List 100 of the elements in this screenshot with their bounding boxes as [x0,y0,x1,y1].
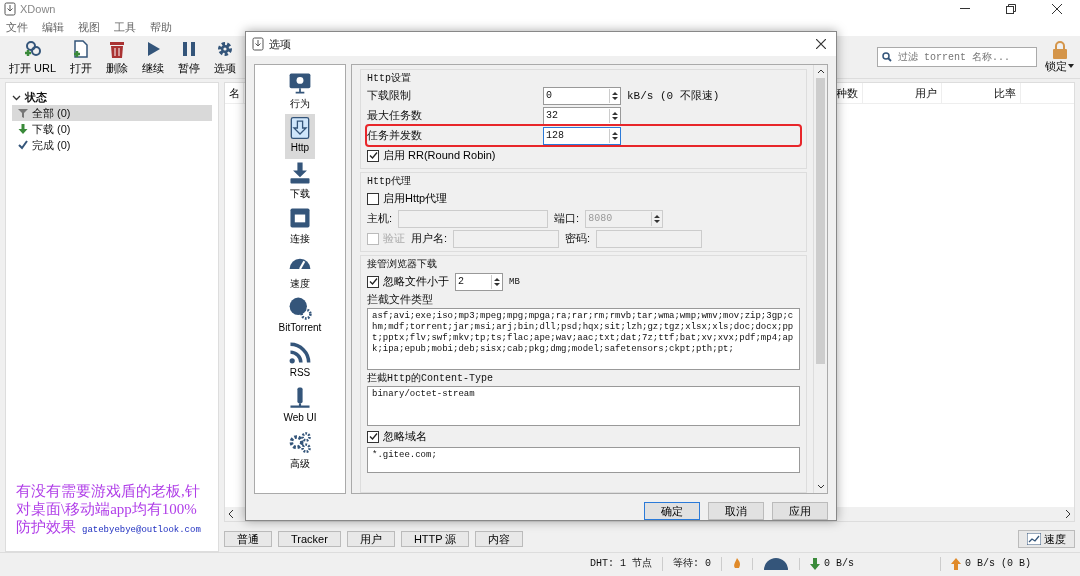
stand-icon [287,385,313,411]
app-icon [252,37,264,51]
menu-item[interactable]: 文件 [6,19,28,35]
text-area[interactable]: *.gitee.com; [367,447,800,473]
menu-item[interactable]: 视图 [78,19,100,35]
spin-arrows-icon[interactable] [651,211,663,226]
checkbox[interactable]: 忽略文件小于 [367,274,449,289]
window-title: XDown [20,3,57,15]
check-icon [368,151,378,160]
dialog-button[interactable]: 应用 [772,502,828,520]
toolbar-button[interactable]: 打开 [67,36,96,78]
spin-arrows-icon[interactable] [609,108,620,123]
field-label: 拦截Http的Content-Type [367,371,494,385]
scroll-up-icon[interactable] [816,68,825,74]
padlock-icon [1051,40,1068,59]
tree-item[interactable]: 下载 (0) [12,121,212,137]
detail-tab[interactable]: HTTP 源 [400,531,470,547]
group-title: 接管浏览器下载 [367,258,438,271]
number-field[interactable]: 128 [543,126,621,145]
tree-heading[interactable]: 状态 [12,89,212,105]
spin-arrows-icon[interactable] [491,274,502,289]
menu-item[interactable]: 帮助 [150,19,172,35]
tree-item[interactable]: 全部 (0) [12,105,212,121]
flame-icon [732,558,743,570]
toolbar-button[interactable]: 删除 [103,36,132,78]
field-label: 用户名: [411,231,448,246]
check-icon [18,140,28,150]
caret-icon [1068,64,1074,68]
number-field[interactable]: 0 [543,86,621,105]
column-header[interactable]: 比率 [942,83,1021,103]
column-header[interactable]: 用户 [863,83,942,103]
monitor-gear-icon [287,70,313,96]
category-item[interactable]: 高级 [285,429,315,474]
field-label: 主机: [367,211,393,226]
rss-icon [287,340,313,366]
globe-gear-icon [287,295,313,321]
tree-item[interactable]: 完成 (0) [12,137,212,153]
category-item[interactable]: Http [285,114,315,159]
category-item[interactable]: 下载 [285,159,315,204]
checkbox[interactable]: 启用 RR(Round Robin) [367,148,496,163]
spin-arrows-icon[interactable] [609,128,620,143]
speed-button[interactable]: 速度 [1018,530,1075,548]
search-field[interactable]: 过滤 torrent 名称... [877,47,1037,67]
group-title: Http代理 [367,175,412,188]
category-item[interactable]: 连接 [285,204,315,249]
promo-text: 有没有需要游戏盾的老板,针对桌面\移动端app均有100%防护效果 gatebyebye@outlook.com [16,482,202,537]
group-title: Http设置 [367,72,412,85]
speedometer-icon[interactable] [763,558,790,570]
scroll-left-icon[interactable] [228,510,234,518]
link-icon [22,38,43,59]
field-label: 下载限制 [367,88,412,103]
number-field[interactable]: 2 [455,272,503,291]
unit-label: MB [509,276,520,287]
menu-item[interactable]: 工具 [114,19,136,35]
lock-button[interactable]: 锁定 [1045,40,1074,74]
detail-tab[interactable]: 内容 [475,531,524,547]
field-label: 密码: [565,231,591,246]
upload-arrow-icon [951,558,962,570]
download-arrow-icon [810,558,821,570]
text-area[interactable]: binary/octet-stream [367,386,800,426]
category-item[interactable]: BitTorrent [276,294,324,339]
category-item[interactable]: Web UI [281,384,319,429]
check-icon [368,432,378,441]
down-arrow-icon [18,124,28,134]
scroll-right-icon[interactable] [1065,510,1071,518]
download-speed: 0 B/s [824,557,855,571]
toolbar-button[interactable]: 打开 URL [6,36,60,78]
checkbox[interactable]: 忽略域名 [367,429,427,444]
number-field[interactable]: 32 [543,106,621,125]
scroll-down-icon[interactable] [816,484,825,490]
text-area[interactable]: asf;avi;exe;iso;mp3;mpeg;mpg;mpga;ra;rar;rm;rmvb;tar;wma;wmp;wmv;mov;zip;3gp;chm;mdf;torrent;jar;msi;arj;bin;dll;psd;hqx;sit;lzh;gz;tgz;xlsx;xls;doc;docx;ppt;pptx;flv;swf;mkv;tp;ts;flac;ape;wav;aac;txt;dat;7z;ttf;bat;xv;xvx;pdf;mp4;apk;ipa;epub;mobi;deb;sisx;cab;pkg;dmg;model;safetensors;ckpt;pth;pt; [367,308,800,370]
gears-icon [287,430,313,456]
category-item[interactable]: RSS [285,339,315,384]
dialog-button[interactable]: 取消 [708,502,764,520]
detail-tab[interactable]: 用户 [346,531,395,547]
detail-tab[interactable]: Tracker [278,531,341,547]
toolbar-button[interactable]: 暂停 [175,36,204,78]
close-icon [816,39,826,49]
category-item[interactable]: 速度 [285,249,315,294]
column-header[interactable]: 名 [225,83,244,103]
toolbar-button[interactable]: 继续 [139,36,168,78]
category-item[interactable]: 行为 [285,69,315,114]
field-label: 拦截文件类型 [367,292,434,307]
upload-speed: 0 B/s (0 B) [965,557,1032,571]
field-label: 任务并发数 [367,128,423,143]
field-label: 端口: [554,211,580,226]
input-field[interactable] [453,229,560,248]
unit-label: kB/s (0 不限速) [627,89,720,103]
dialog-title: 选项 [269,36,292,52]
scrollbar[interactable] [813,65,827,493]
input-field[interactable] [596,229,703,248]
email-link[interactable]: gatebyebye@outlook.com [82,525,201,535]
toolbar-button[interactable]: 选项 [211,36,240,78]
dialog-button[interactable]: 确定 [644,502,700,520]
spin-arrows-icon[interactable] [609,88,620,103]
download-tray-icon [287,160,313,186]
search-icon [882,52,892,62]
check-icon [368,277,378,286]
detail-tab[interactable]: 普通 [224,531,272,547]
menu-item[interactable]: 编辑 [42,19,64,35]
